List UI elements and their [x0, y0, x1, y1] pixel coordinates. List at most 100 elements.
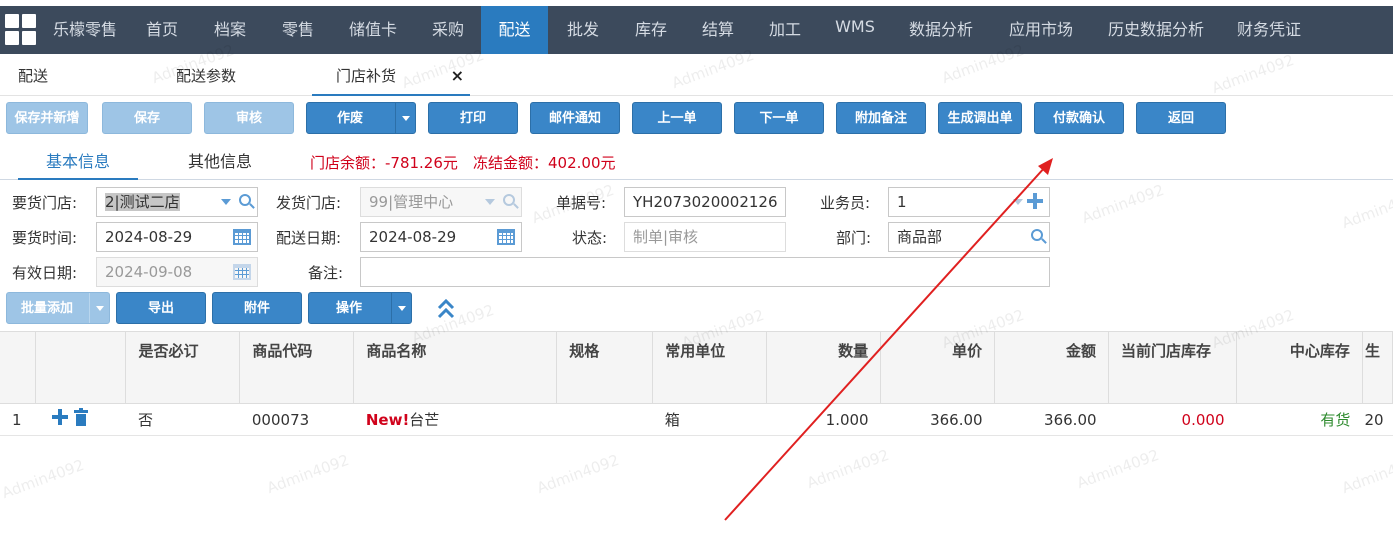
search-icon[interactable]: [1031, 229, 1043, 241]
nav-item-wms[interactable]: WMS: [823, 6, 887, 54]
audit-button[interactable]: 审核: [204, 102, 294, 134]
back-button[interactable]: 返回: [1136, 102, 1226, 134]
nav-item-settlement[interactable]: 结算: [688, 6, 748, 54]
mail-notify-button[interactable]: 邮件通知: [530, 102, 620, 134]
nav-item-history-analysis[interactable]: 历史数据分析: [1096, 6, 1216, 54]
doc-no-field[interactable]: YH2073020002126: [624, 187, 786, 217]
col-header-amount[interactable]: 金额: [994, 331, 1110, 404]
calendar-icon[interactable]: [233, 229, 251, 245]
col-header-unit[interactable]: 常用单位: [652, 331, 768, 404]
add-remark-button[interactable]: 附加备注: [836, 102, 926, 134]
batch-add-button[interactable]: 批量添加: [6, 292, 110, 324]
chevron-down-icon: [485, 199, 495, 205]
product-table: 是否必订 商品代码 商品名称 规格 常用单位 数量 单价 金额 当前门店库存 中…: [0, 331, 1393, 436]
cell-price[interactable]: 366.00: [880, 403, 995, 436]
save-new-button[interactable]: 保存并新增: [6, 102, 88, 134]
col-header-store-stock[interactable]: 当前门店库存: [1108, 331, 1237, 404]
req-time-value: 2024-08-29: [105, 228, 193, 246]
attach-button[interactable]: 附件: [212, 292, 302, 324]
print-button[interactable]: 打印: [428, 102, 518, 134]
ship-store-field[interactable]: 99|管理中心: [360, 187, 522, 217]
cell-spec[interactable]: [556, 403, 653, 436]
doc-no-label: 单据号:: [556, 194, 607, 212]
col-header-required[interactable]: 是否必订: [125, 331, 241, 404]
nav-item-purchase[interactable]: 采购: [418, 6, 478, 54]
product-name: 台芒: [409, 411, 440, 429]
tab-store-replenish[interactable]: 门店补货 ×: [312, 58, 470, 96]
nav-item-retail[interactable]: 零售: [268, 6, 328, 54]
void-button[interactable]: 作废: [306, 102, 416, 134]
nav-brand[interactable]: 乐檬零售: [42, 6, 128, 54]
nav-item-app-market[interactable]: 应用市场: [996, 6, 1086, 54]
export-button[interactable]: 导出: [116, 292, 206, 324]
gen-transfer-button[interactable]: 生成调出单: [938, 102, 1022, 134]
operation-button[interactable]: 操作: [308, 292, 412, 324]
cell-unit[interactable]: 箱: [652, 403, 767, 436]
dept-field[interactable]: 商品部: [888, 222, 1050, 252]
cell-store-stock[interactable]: 0.000: [1108, 403, 1237, 436]
tab-distribution-params[interactable]: 配送参数: [176, 58, 266, 96]
chevron-down-icon[interactable]: [1013, 199, 1023, 205]
col-header-spec[interactable]: 规格: [556, 331, 654, 404]
new-badge: New!: [365, 411, 410, 429]
col-header-qty[interactable]: 数量: [766, 331, 882, 404]
nav-item-processing[interactable]: 加工: [756, 6, 814, 54]
nav-item-finance-voucher[interactable]: 财务凭证: [1224, 6, 1314, 54]
valid-date-field: 2024-09-08: [96, 257, 258, 287]
col-header-price[interactable]: 单价: [880, 331, 996, 404]
page-tabs: 配送 配送参数 门店补货 ×: [0, 58, 1393, 96]
valid-date-label: 有效日期:: [12, 264, 78, 282]
next-doc-button[interactable]: 下一单: [734, 102, 824, 134]
nav-item-data-analysis[interactable]: 数据分析: [896, 6, 986, 54]
tab-distribution[interactable]: 配送: [18, 58, 78, 96]
calendar-icon[interactable]: [497, 229, 515, 245]
plus-icon[interactable]: [51, 408, 68, 425]
col-header-production[interactable]: 生: [1362, 331, 1393, 404]
cell-code[interactable]: 000073: [239, 403, 354, 436]
nav-item-stored-card[interactable]: 储值卡: [335, 6, 411, 54]
collapse-up-icon[interactable]: [436, 298, 456, 320]
void-label: 作废: [336, 111, 363, 126]
note-field[interactable]: [360, 257, 1050, 287]
tab-other-info[interactable]: 其他信息: [188, 148, 268, 180]
cell-production[interactable]: 20: [1362, 403, 1393, 436]
store-balance: 门店余额：-781.26元: [310, 154, 458, 172]
clerk-label: 业务员:: [820, 194, 871, 212]
req-store-field[interactable]: 2|测试二店: [96, 187, 258, 217]
col-header-name[interactable]: 商品名称: [353, 331, 558, 404]
pay-confirm-button[interactable]: 付款确认: [1034, 102, 1124, 134]
chevron-down-icon[interactable]: [89, 293, 109, 323]
clerk-field[interactable]: 1: [888, 187, 1050, 217]
close-icon[interactable]: ×: [451, 58, 464, 94]
nav-item-archive[interactable]: 档案: [201, 6, 259, 54]
col-header-code[interactable]: 商品代码: [239, 331, 355, 404]
chevron-down-icon[interactable]: [391, 293, 411, 323]
table-row[interactable]: 1 否 000073 New!台芒 箱 1.000 366.00 366.00 …: [0, 403, 1393, 436]
nav-item-inventory[interactable]: 库存: [621, 6, 681, 54]
col-header-center-stock[interactable]: 中心库存: [1236, 331, 1363, 404]
nav-item-home[interactable]: 首页: [133, 6, 191, 54]
chevron-down-icon[interactable]: [395, 103, 415, 133]
operation-label: 操作: [335, 301, 362, 316]
ship-date-field[interactable]: 2024-08-29: [360, 222, 522, 252]
nav-item-wholesale[interactable]: 批发: [553, 6, 613, 54]
ship-store-label: 发货门店:: [276, 194, 342, 212]
cell-qty[interactable]: 1.000: [766, 403, 881, 436]
trash-icon[interactable]: [73, 407, 88, 426]
cell-center-stock[interactable]: 有货: [1236, 403, 1363, 436]
grid-logo-icon[interactable]: [5, 14, 37, 46]
chevron-down-icon[interactable]: [221, 199, 231, 205]
cell-required[interactable]: 否: [125, 403, 240, 436]
add-icon[interactable]: [1027, 193, 1043, 209]
prev-doc-button[interactable]: 上一单: [632, 102, 722, 134]
dept-label: 部门:: [836, 229, 872, 247]
cell-amount[interactable]: 366.00: [994, 403, 1109, 436]
cell-name[interactable]: New!台芒: [353, 403, 557, 436]
search-icon[interactable]: [239, 194, 251, 206]
tab-basic-info[interactable]: 基本信息: [18, 148, 138, 180]
req-time-field[interactable]: 2024-08-29: [96, 222, 258, 252]
ship-date-value: 2024-08-29: [369, 228, 457, 246]
nav-item-distribution[interactable]: 配送: [481, 6, 548, 54]
save-button[interactable]: 保存: [102, 102, 192, 134]
req-store-label: 要货门店:: [12, 194, 78, 212]
